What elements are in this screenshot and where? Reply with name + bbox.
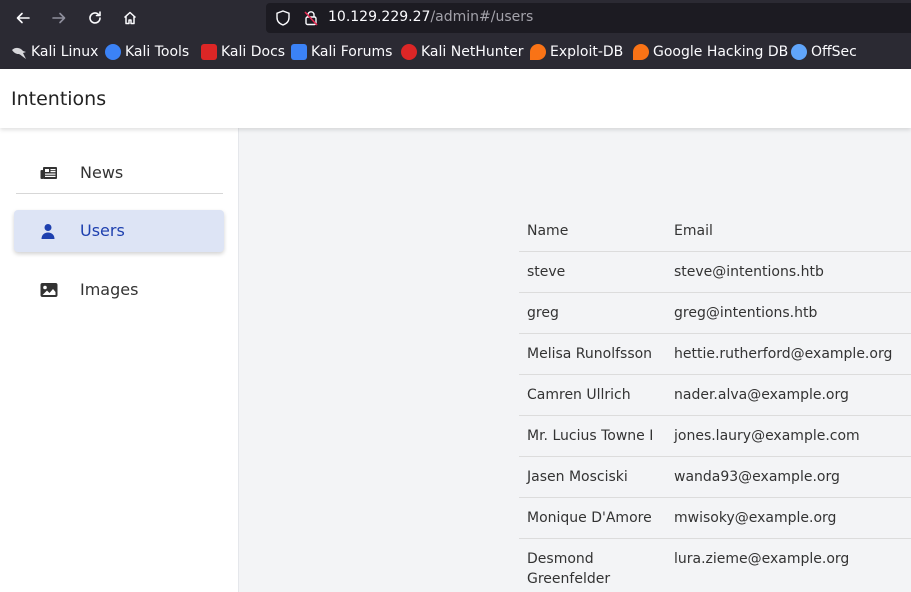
main-content: Name Email steve steve@intentions.htb greg… bbox=[240, 128, 911, 592]
table-row[interactable]: greg greg@intentions.htb bbox=[519, 292, 911, 334]
url-text[interactable]: 10.129.229.27/admin#/users bbox=[328, 9, 533, 25]
image-icon bbox=[40, 282, 58, 298]
user-name-cell: greg bbox=[527, 305, 559, 321]
bookmark-label: Google Hacking DB bbox=[653, 44, 789, 60]
insecure-lock-icon[interactable] bbox=[302, 9, 320, 31]
bookmark-label: Kali NetHunter bbox=[421, 44, 524, 60]
sidebar-item-users[interactable]: Users bbox=[14, 210, 224, 252]
home-button[interactable] bbox=[118, 6, 142, 30]
newspaper-icon bbox=[40, 165, 57, 181]
kali-dragon-icon bbox=[11, 44, 27, 60]
table-row[interactable]: steve steve@intentions.htb bbox=[519, 251, 911, 293]
bookmark-label: OffSec bbox=[811, 44, 857, 60]
browser-toolbar: 10.129.229.27/admin#/users bbox=[0, 0, 911, 36]
bookmark-kali-docs[interactable]: Kali Docs bbox=[201, 44, 285, 60]
column-header-name: Name bbox=[527, 223, 569, 239]
user-email-cell: lura.zieme@example.org bbox=[674, 551, 850, 567]
home-icon bbox=[123, 11, 137, 25]
user-email-cell: nader.alva@example.org bbox=[674, 387, 849, 403]
bookmark-label: Kali Linux bbox=[31, 44, 99, 60]
reload-button[interactable] bbox=[83, 6, 107, 30]
user-email-cell: steve@intentions.htb bbox=[674, 264, 824, 280]
bookmarks-bar: Kali Linux Kali Tools Kali Docs Kali For… bbox=[0, 36, 911, 69]
user-name-cell: Mr. Lucius Towne I bbox=[527, 428, 654, 444]
table-row[interactable]: Jasen Mosciski wanda93@example.org bbox=[519, 456, 911, 498]
sidebar-item-news[interactable]: News bbox=[14, 152, 224, 194]
user-email-cell: jones.laury@example.com bbox=[674, 428, 860, 444]
bookmark-exploit-db[interactable]: Exploit-DB bbox=[530, 44, 623, 60]
column-header-email: Email bbox=[674, 223, 713, 239]
reload-icon bbox=[89, 11, 101, 24]
url-path: /admin#/users bbox=[430, 9, 534, 25]
kali-tools-icon bbox=[105, 44, 121, 60]
app-brand[interactable]: Intentions bbox=[11, 88, 106, 110]
sidebar-item-label: Users bbox=[80, 221, 125, 240]
url-host: 10.129.229.27 bbox=[328, 9, 431, 25]
user-email-cell: greg@intentions.htb bbox=[674, 305, 818, 321]
bookmark-kali-linux[interactable]: Kali Linux bbox=[11, 44, 98, 60]
bookmark-label: Exploit-DB bbox=[550, 44, 624, 60]
sidebar-item-images[interactable]: Images bbox=[14, 269, 224, 311]
nethunter-icon bbox=[401, 44, 417, 60]
bookmark-label: Kali Tools bbox=[125, 44, 190, 60]
table-row[interactable]: Monique D'Amore mwisoky@example.org bbox=[519, 497, 911, 539]
exploit-db-icon bbox=[530, 44, 546, 60]
bookmark-label: Kali Forums bbox=[311, 44, 393, 60]
bookmark-kali-forums[interactable]: Kali Forums bbox=[291, 44, 392, 60]
ghdb-icon bbox=[633, 44, 649, 60]
table-row[interactable]: Melisa Runolfsson hettie.rutherford@examp… bbox=[519, 333, 911, 375]
sidebar: News Users Images bbox=[0, 128, 239, 592]
table-row[interactable]: Camren Ullrich nader.alva@example.org bbox=[519, 374, 911, 416]
sidebar-item-label: News bbox=[80, 163, 124, 182]
arrow-right-icon bbox=[52, 12, 66, 24]
table-row[interactable]: Desmond Greenfelder lura.zieme@example.or… bbox=[519, 538, 911, 592]
kali-docs-icon bbox=[201, 44, 217, 60]
user-name-cell: Melisa Runolfsson bbox=[527, 346, 653, 362]
sidebar-item-label: Images bbox=[80, 280, 139, 299]
bookmark-google-hacking-db[interactable]: Google Hacking DB bbox=[633, 44, 788, 60]
user-name-cell: Jasen Mosciski bbox=[527, 469, 628, 485]
user-email-cell: mwisoky@example.org bbox=[674, 510, 837, 526]
user-name-cell: Camren Ullrich bbox=[527, 387, 631, 403]
table-row[interactable]: Mr. Lucius Towne I jones.laury@example.co… bbox=[519, 415, 911, 457]
bookmark-label: Kali Docs bbox=[221, 44, 286, 60]
sidebar-divider bbox=[16, 193, 223, 194]
user-icon bbox=[40, 223, 56, 239]
bookmark-kali-nethunter[interactable]: Kali NetHunter bbox=[401, 44, 523, 60]
forward-button[interactable] bbox=[47, 6, 71, 30]
user-name-cell: Desmond Greenfelder bbox=[527, 551, 611, 587]
app-header: Intentions bbox=[0, 69, 911, 128]
bookmark-kali-tools[interactable]: Kali Tools bbox=[105, 44, 189, 60]
user-email-cell: wanda93@example.org bbox=[674, 469, 840, 485]
address-bar[interactable]: 10.129.229.27/admin#/users bbox=[266, 3, 911, 33]
offsec-icon bbox=[791, 44, 807, 60]
back-button[interactable] bbox=[11, 6, 35, 30]
users-table: Name Email steve steve@intentions.htb greg… bbox=[519, 211, 911, 592]
kali-forums-icon bbox=[291, 44, 307, 60]
shield-icon[interactable] bbox=[274, 9, 292, 31]
user-email-cell: hettie.rutherford@example.org bbox=[674, 346, 893, 362]
table-header-row: Name Email bbox=[519, 211, 911, 252]
page: Intentions News Users Images Name Email … bbox=[0, 69, 911, 592]
user-name-cell: steve bbox=[527, 264, 566, 280]
user-name-cell: Monique D'Amore bbox=[527, 510, 652, 526]
arrow-left-icon bbox=[16, 12, 30, 24]
bookmark-offsec[interactable]: OffSec bbox=[791, 44, 857, 60]
